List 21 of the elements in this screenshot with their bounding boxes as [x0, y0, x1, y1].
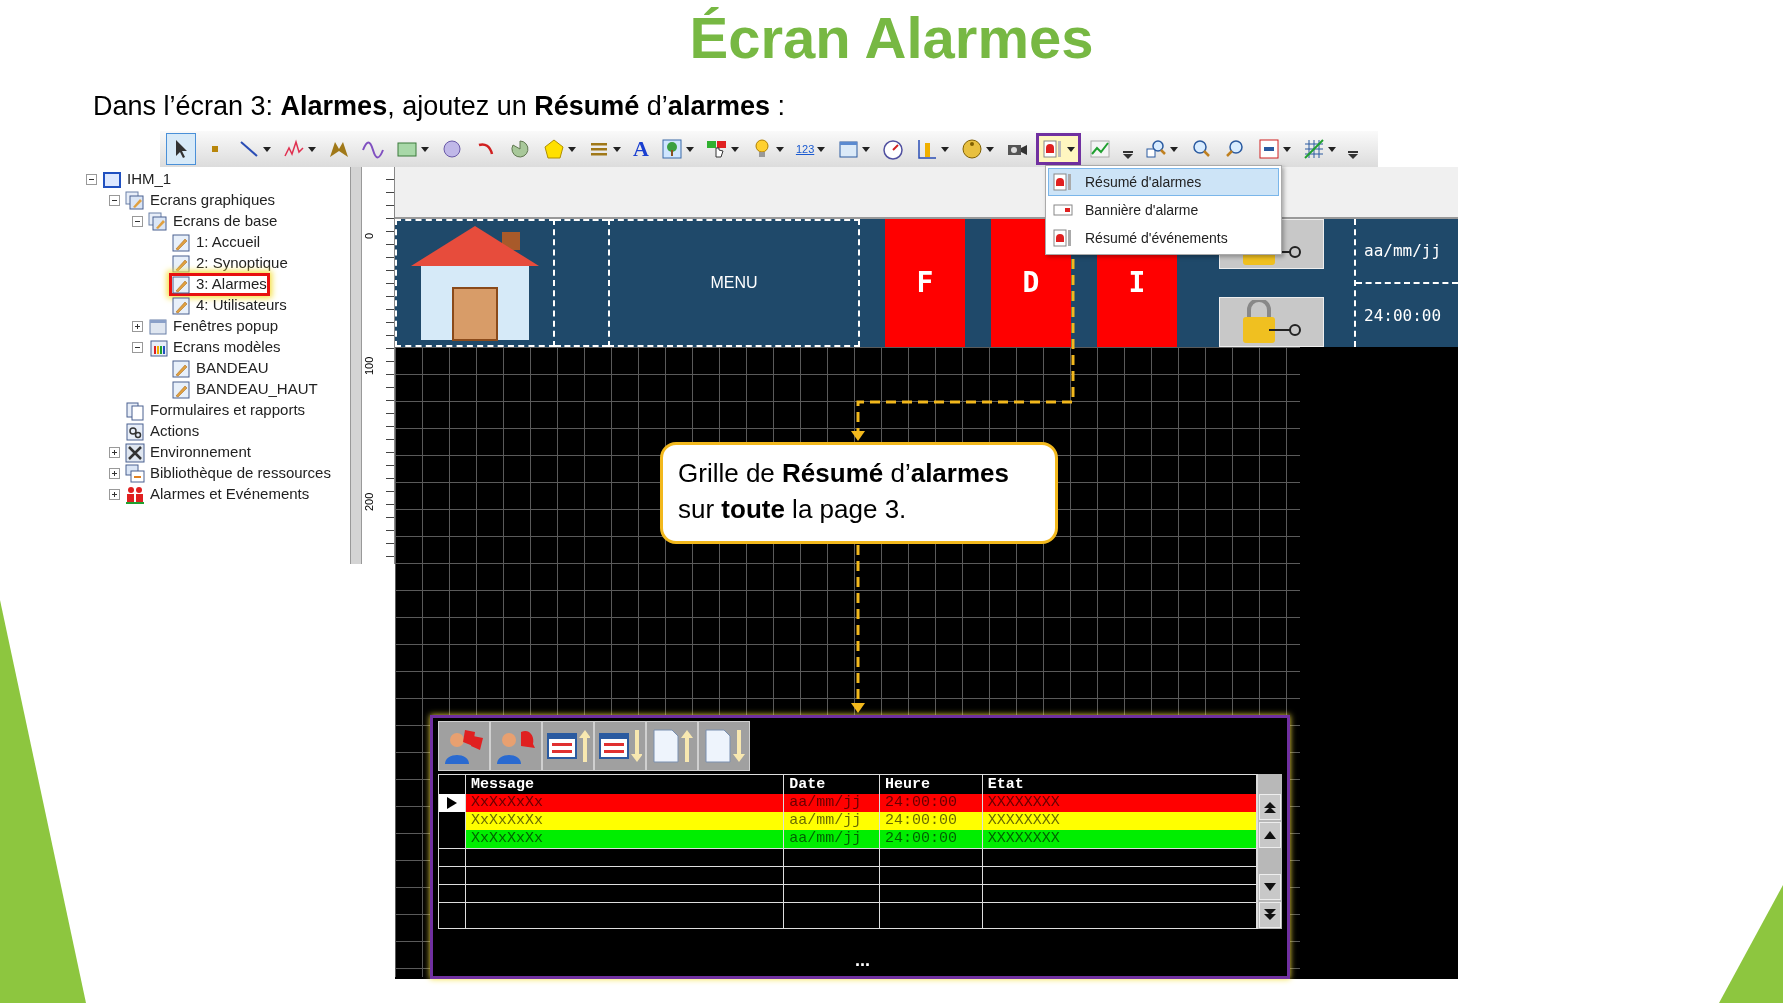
table-cell: XXXXXXXX	[982, 830, 1257, 848]
table-cell: XxXxXxXx	[465, 794, 785, 812]
ellipsis-text: ...	[855, 949, 870, 972]
table-cell: 24:00:00	[879, 794, 983, 812]
instruction-text: Dans l’écran 3: Alarmes, ajoutez un Résumé d’alarmes :	[93, 90, 785, 123]
table-cell: aa/mm/jj	[784, 812, 880, 830]
ruler-label: 200	[364, 492, 375, 511]
table-cell: 24:00:00	[879, 812, 983, 830]
table-cell: 24:00:00	[879, 830, 983, 848]
ruler-label: 0	[364, 232, 375, 239]
table-cell: XXXXXXXX	[982, 812, 1257, 830]
table-cell: XxXxXxXx	[465, 812, 785, 830]
time-field: 24:00:00	[1364, 303, 1442, 328]
slide-title: Écran Alarmes	[689, 4, 1094, 72]
ruler-label: 100	[364, 356, 375, 375]
date-field: aa/mm/jj	[1364, 238, 1442, 263]
table-cell: aa/mm/jj	[784, 794, 880, 812]
table-cell: XXXXXXXX	[982, 794, 1257, 812]
table-cell: aa/mm/jj	[784, 830, 880, 848]
table-cell: XxXxXxXx	[465, 830, 785, 848]
callout: Grille de Résumé d’alarmes sur toute la page 3.	[660, 442, 1058, 544]
